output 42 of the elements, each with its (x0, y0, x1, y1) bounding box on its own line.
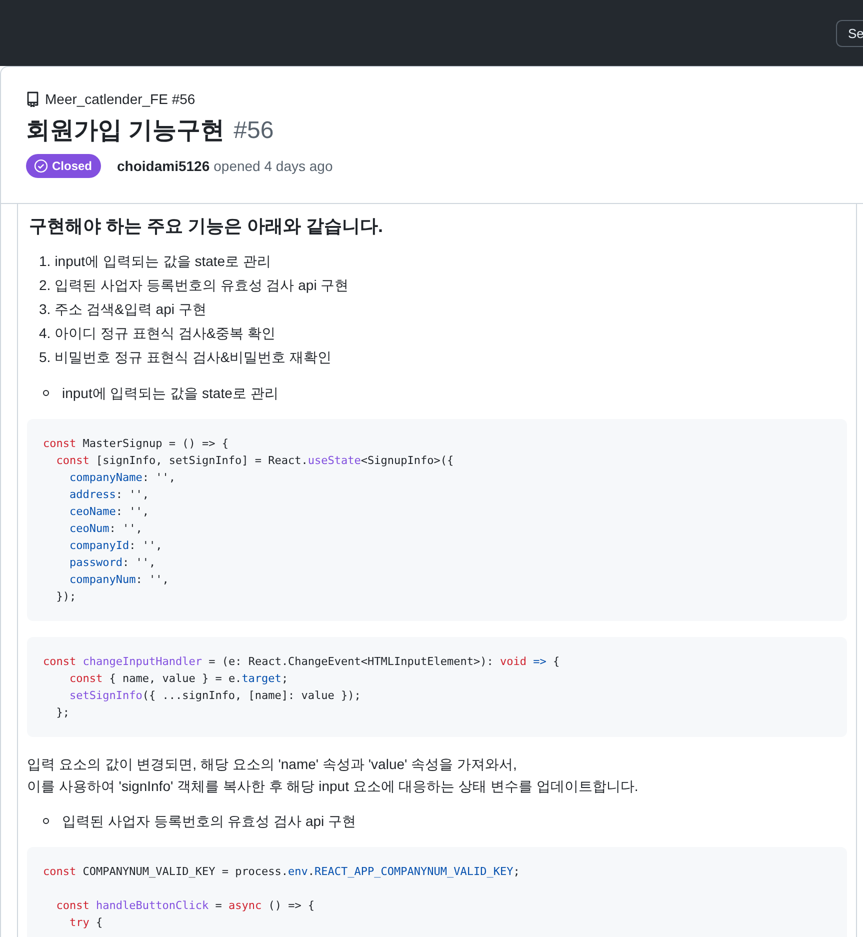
bullet-icon (43, 818, 49, 824)
code-line: try { (68, 916, 103, 930)
list-item: input에 입력되는 값을 state로 관리 (54, 252, 271, 271)
code-line: setSignInfo({ ...signInfo, [name]: value }); (68, 689, 361, 702)
code-line: const COMPANYNUM_VALID_KEY = process.env.REACT_APP_COMPANYNUM_VALID_KEY; (43, 865, 520, 878)
issue-state-badge: Closed (26, 154, 102, 178)
list-number: 1. (39, 252, 51, 272)
list-item: 입력된 사업자 등록번호의 유효성 검사 api 구현 (62, 812, 356, 831)
code-line: const MasterSignup = () => { (43, 437, 228, 450)
code-line: companyName: '', (68, 471, 176, 484)
list-item: input에 입력되는 값을 state로 관리 (62, 384, 278, 403)
code-line: address: '', (68, 488, 149, 502)
code-line: const [signInfo, setSignInfo] = React.useState<SignupInfo>({ (55, 454, 454, 468)
check-circle-icon (34, 159, 48, 173)
list-item: 입력된 사업자 등록번호의 유효성 검사 api 구현 (54, 276, 349, 295)
code-line: const handleButtonClick = async () => { (55, 899, 315, 912)
section-heading: 구현해야 하는 주요 기능은 아래와 같습니다. (29, 215, 384, 238)
list-number: 2. (39, 276, 51, 296)
list-item: 주소 검색&입력 api 구현 (54, 300, 206, 319)
opened-time-text: opened 4 days ago (214, 158, 333, 174)
list-number: 5. (39, 348, 51, 368)
list-number: 3. (39, 300, 51, 320)
repository-link[interactable]: Meer_catlender_FE #56 (45, 91, 196, 107)
list-item: 비밀번호 정규 표현식 검사&비밀번호 재확인 (54, 348, 332, 367)
list-item: 아이디 정규 표현식 검사&중복 확인 (54, 324, 276, 343)
code-line: password: '', (68, 556, 156, 570)
code-line: ceoNum: '', (68, 522, 142, 536)
list-number: 4. (39, 324, 51, 344)
code-line: ceoName: '', (68, 505, 149, 518)
code-line: const changeInputHandler = (e: React.ChangeEvent<HTMLInputElement>): void => { (43, 655, 560, 668)
issue-number: #56 (234, 117, 274, 144)
repository-icon (26, 91, 40, 107)
author-link[interactable]: choidami5126 (117, 158, 210, 174)
code-line: companyId: '', (68, 539, 162, 552)
code-line: }; (55, 706, 70, 720)
search-button[interactable]: Se (836, 20, 863, 47)
code-line: }); (55, 590, 76, 604)
paragraph: 입력 요소의 값이 변경되면, 해당 요소의 'name' 속성과 'value' 속성을 가져와서, 이를 사용하여 'signInfo' 객체를 복사한 후 해당 input 요소에 대응하는 상태 변수를 업데이트합니다. (27, 755, 640, 796)
issue-title: 회원가입 기능구현 (26, 117, 225, 144)
code-line: companyNum: '', (68, 573, 169, 586)
code-line: const { name, value } = e.target; (68, 672, 288, 686)
bullet-icon (43, 390, 49, 396)
